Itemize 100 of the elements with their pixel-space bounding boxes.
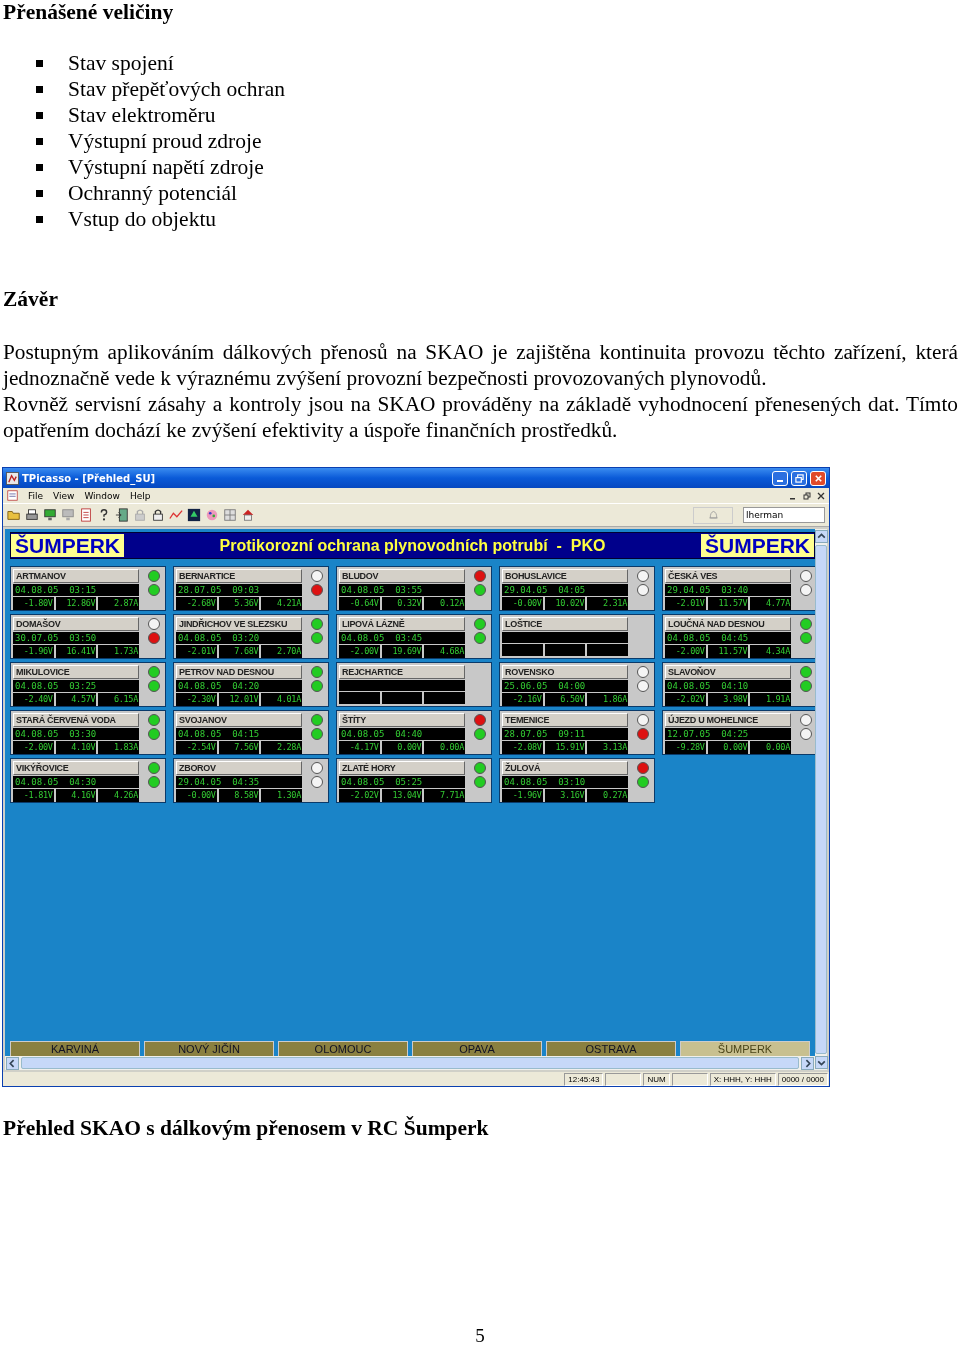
region-label: ŠUMPERK	[11, 534, 124, 557]
station-name: REJCHARTICE	[339, 665, 465, 679]
value-display: 11.57V	[707, 645, 749, 658]
palette-icon[interactable]	[205, 508, 219, 522]
close-icon[interactable]	[817, 491, 825, 500]
value-display: 8.58V	[218, 789, 260, 802]
menu-item[interactable]: Help	[129, 490, 151, 501]
value-display: 0.00A	[750, 741, 791, 754]
bullet-icon	[36, 59, 43, 67]
date-display: 04.08.05 03:55	[339, 584, 465, 596]
minimize-button[interactable]	[772, 470, 788, 486]
station-name: SVOJANOV	[176, 713, 302, 727]
station-name: ARTMANOV	[13, 569, 139, 583]
value-display: -2.00V	[665, 645, 706, 658]
region-tab[interactable]: ŠUMPERK	[680, 1041, 810, 1056]
region-tab[interactable]: KARVINÁ	[10, 1041, 140, 1056]
vertical-scrollbar[interactable]	[815, 529, 827, 1070]
value-display: 10.02V	[544, 597, 586, 610]
status-mode: NUM	[643, 1072, 670, 1086]
bullet-icon	[36, 163, 43, 171]
figure-caption: Přehled SKAO s dálkovým přenosem v RC Šumperk	[3, 1116, 490, 1140]
value-display: 0.32V	[381, 597, 423, 610]
region-tab[interactable]: OSTRAVA	[546, 1041, 676, 1056]
horizontal-scrollbar[interactable]	[5, 1056, 815, 1070]
value-display: 0.12A	[424, 597, 465, 610]
home-icon[interactable]	[241, 508, 255, 522]
region-tab[interactable]: OPAVA	[412, 1041, 542, 1056]
date-display: 12.07.05 04:25	[665, 728, 791, 740]
user-field[interactable]: lherman	[743, 507, 825, 523]
restore-button[interactable]	[791, 470, 807, 486]
value-display	[339, 692, 380, 704]
value-display: 4.10V	[55, 741, 97, 754]
value-display: 3.16V	[544, 789, 586, 802]
value-display: -1.96V	[13, 645, 54, 658]
value-display: 1.73A	[98, 645, 139, 658]
value-display: 19.69V	[381, 645, 423, 658]
chart-icon[interactable]	[169, 508, 183, 522]
value-display: 1.83A	[98, 741, 139, 754]
station-name: DOMAŠOV	[13, 617, 139, 631]
station-name: LIPOVÁ LÁZNĚ	[339, 617, 465, 631]
date-display: 04.08.05 03:45	[339, 632, 465, 644]
station-name: VIKÝŘOVICE	[13, 761, 139, 775]
folder-icon[interactable]	[7, 508, 21, 522]
value-display: -2.01V	[176, 645, 217, 658]
value-display: 4.77A	[750, 597, 791, 610]
value-display: 2.31A	[587, 597, 628, 610]
value-display	[587, 644, 628, 656]
status-time: 12:45:43	[564, 1072, 604, 1086]
value-display: -2.16V	[502, 693, 543, 706]
value-display: 0.00A	[424, 741, 465, 754]
value-display: 7.68V	[218, 645, 260, 658]
value-display: -2.30V	[176, 693, 217, 706]
door-icon[interactable]	[115, 508, 129, 522]
value-display: 0.27A	[587, 789, 628, 802]
region-tab[interactable]: NOVÝ JIČÍN	[144, 1041, 274, 1056]
value-display: 6.50V	[544, 693, 586, 706]
value-display: -0.00V	[176, 789, 217, 802]
station-name: ŽULOVÁ	[502, 761, 628, 775]
station-name: STARÁ ČERVENÁ VODA	[13, 713, 139, 727]
restore-icon[interactable]	[803, 491, 811, 500]
menu-item[interactable]: File	[28, 490, 44, 501]
minimize-icon	[777, 479, 783, 482]
bullet-text: Stav přepěťových ochran	[68, 76, 285, 102]
value-display: -2.02V	[339, 789, 380, 802]
bullet-text: Výstupní proud zdroje	[68, 128, 262, 154]
restore-icon	[794, 473, 804, 483]
date-display: 04.08.05 03:10	[502, 776, 628, 788]
value-display: -0.00V	[502, 597, 543, 610]
value-display: -2.02V	[665, 693, 706, 706]
monitor-icon[interactable]	[43, 508, 57, 522]
section-heading: Závěr	[2, 287, 59, 311]
value-display: -2.68V	[176, 597, 217, 610]
date-display: 04.08.05 04:10	[665, 680, 791, 692]
value-display: -2.40V	[13, 693, 54, 706]
menu-item[interactable]: Window	[84, 490, 120, 501]
value-display: 3.98V	[707, 693, 749, 706]
status-pane	[605, 1072, 642, 1086]
region-tab[interactable]: OLOMOUC	[278, 1041, 408, 1056]
station-name: BERNARTICE	[176, 569, 302, 583]
value-display: -1.80V	[13, 597, 54, 610]
station-name: ČESKÁ VES	[665, 569, 791, 583]
station-name: BOHUSLAVICE	[502, 569, 628, 583]
bullet-text: Stav elektroměru	[68, 102, 216, 128]
date-display: 28.07.05 09:11	[502, 728, 628, 740]
value-display	[424, 692, 465, 704]
value-display: 5.36V	[218, 597, 260, 610]
value-display: 1.86A	[587, 693, 628, 706]
date-display: 28.07.05 09:03	[176, 584, 302, 596]
date-display: 04.08.05 04:45	[665, 632, 791, 644]
date-display: 04.08.05 05:25	[339, 776, 465, 788]
value-display	[381, 692, 423, 704]
printer-icon[interactable]	[25, 508, 39, 522]
menu-item[interactable]: View	[53, 490, 75, 501]
value-display: 0.00V	[381, 741, 423, 754]
lock-icon[interactable]	[151, 508, 165, 522]
date-display: 04.08.05 04:30	[13, 776, 139, 788]
value-display: -1.96V	[502, 789, 543, 802]
value-display: 2.28A	[261, 741, 302, 754]
close-button[interactable]	[810, 470, 826, 486]
document-icon[interactable]	[79, 508, 93, 522]
